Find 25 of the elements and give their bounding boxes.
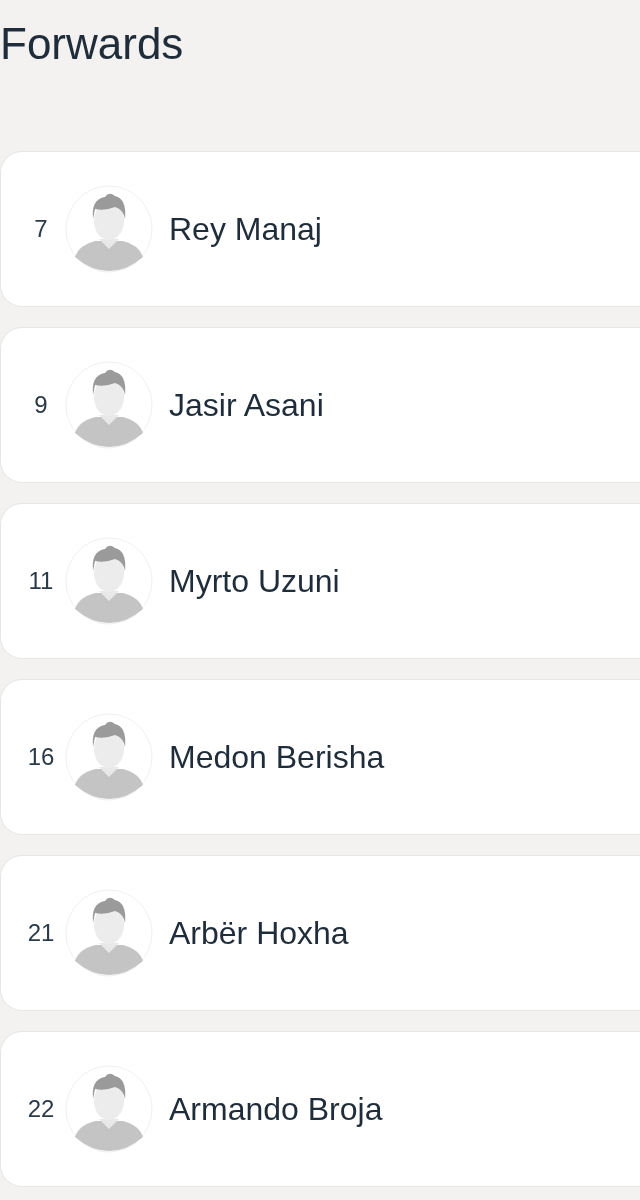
player-name: Medon Berisha xyxy=(169,738,385,776)
shirt-number: 21 xyxy=(26,919,56,947)
player-name: Arbër Hoxha xyxy=(169,914,349,952)
player-card[interactable]: 22 Armando Broja xyxy=(0,1031,640,1187)
player-card[interactable]: 11 Myrto Uzuni xyxy=(0,503,640,659)
shirt-number: 16 xyxy=(26,743,56,771)
avatar-icon xyxy=(65,185,153,273)
player-name: Armando Broja xyxy=(169,1090,383,1128)
player-card[interactable]: 9 Jasir Asani xyxy=(0,327,640,483)
avatar-icon xyxy=(65,889,153,977)
player-card[interactable]: 16 Medon Berisha xyxy=(0,679,640,835)
avatar-icon xyxy=(65,713,153,801)
player-card[interactable]: 7 Rey Manaj xyxy=(0,151,640,307)
player-card[interactable]: 21 Arbër Hoxha xyxy=(0,855,640,1011)
avatar-icon xyxy=(65,1065,153,1153)
player-name: Rey Manaj xyxy=(169,210,322,248)
player-name: Jasir Asani xyxy=(169,386,324,424)
shirt-number: 11 xyxy=(27,567,55,595)
avatar-icon xyxy=(65,537,153,625)
shirt-number: 22 xyxy=(26,1095,56,1123)
avatar-icon xyxy=(65,361,153,449)
player-name: Myrto Uzuni xyxy=(169,562,340,600)
shirt-number: 7 xyxy=(33,215,49,243)
shirt-number: 9 xyxy=(33,391,49,419)
section-title: Forwards xyxy=(0,18,185,70)
